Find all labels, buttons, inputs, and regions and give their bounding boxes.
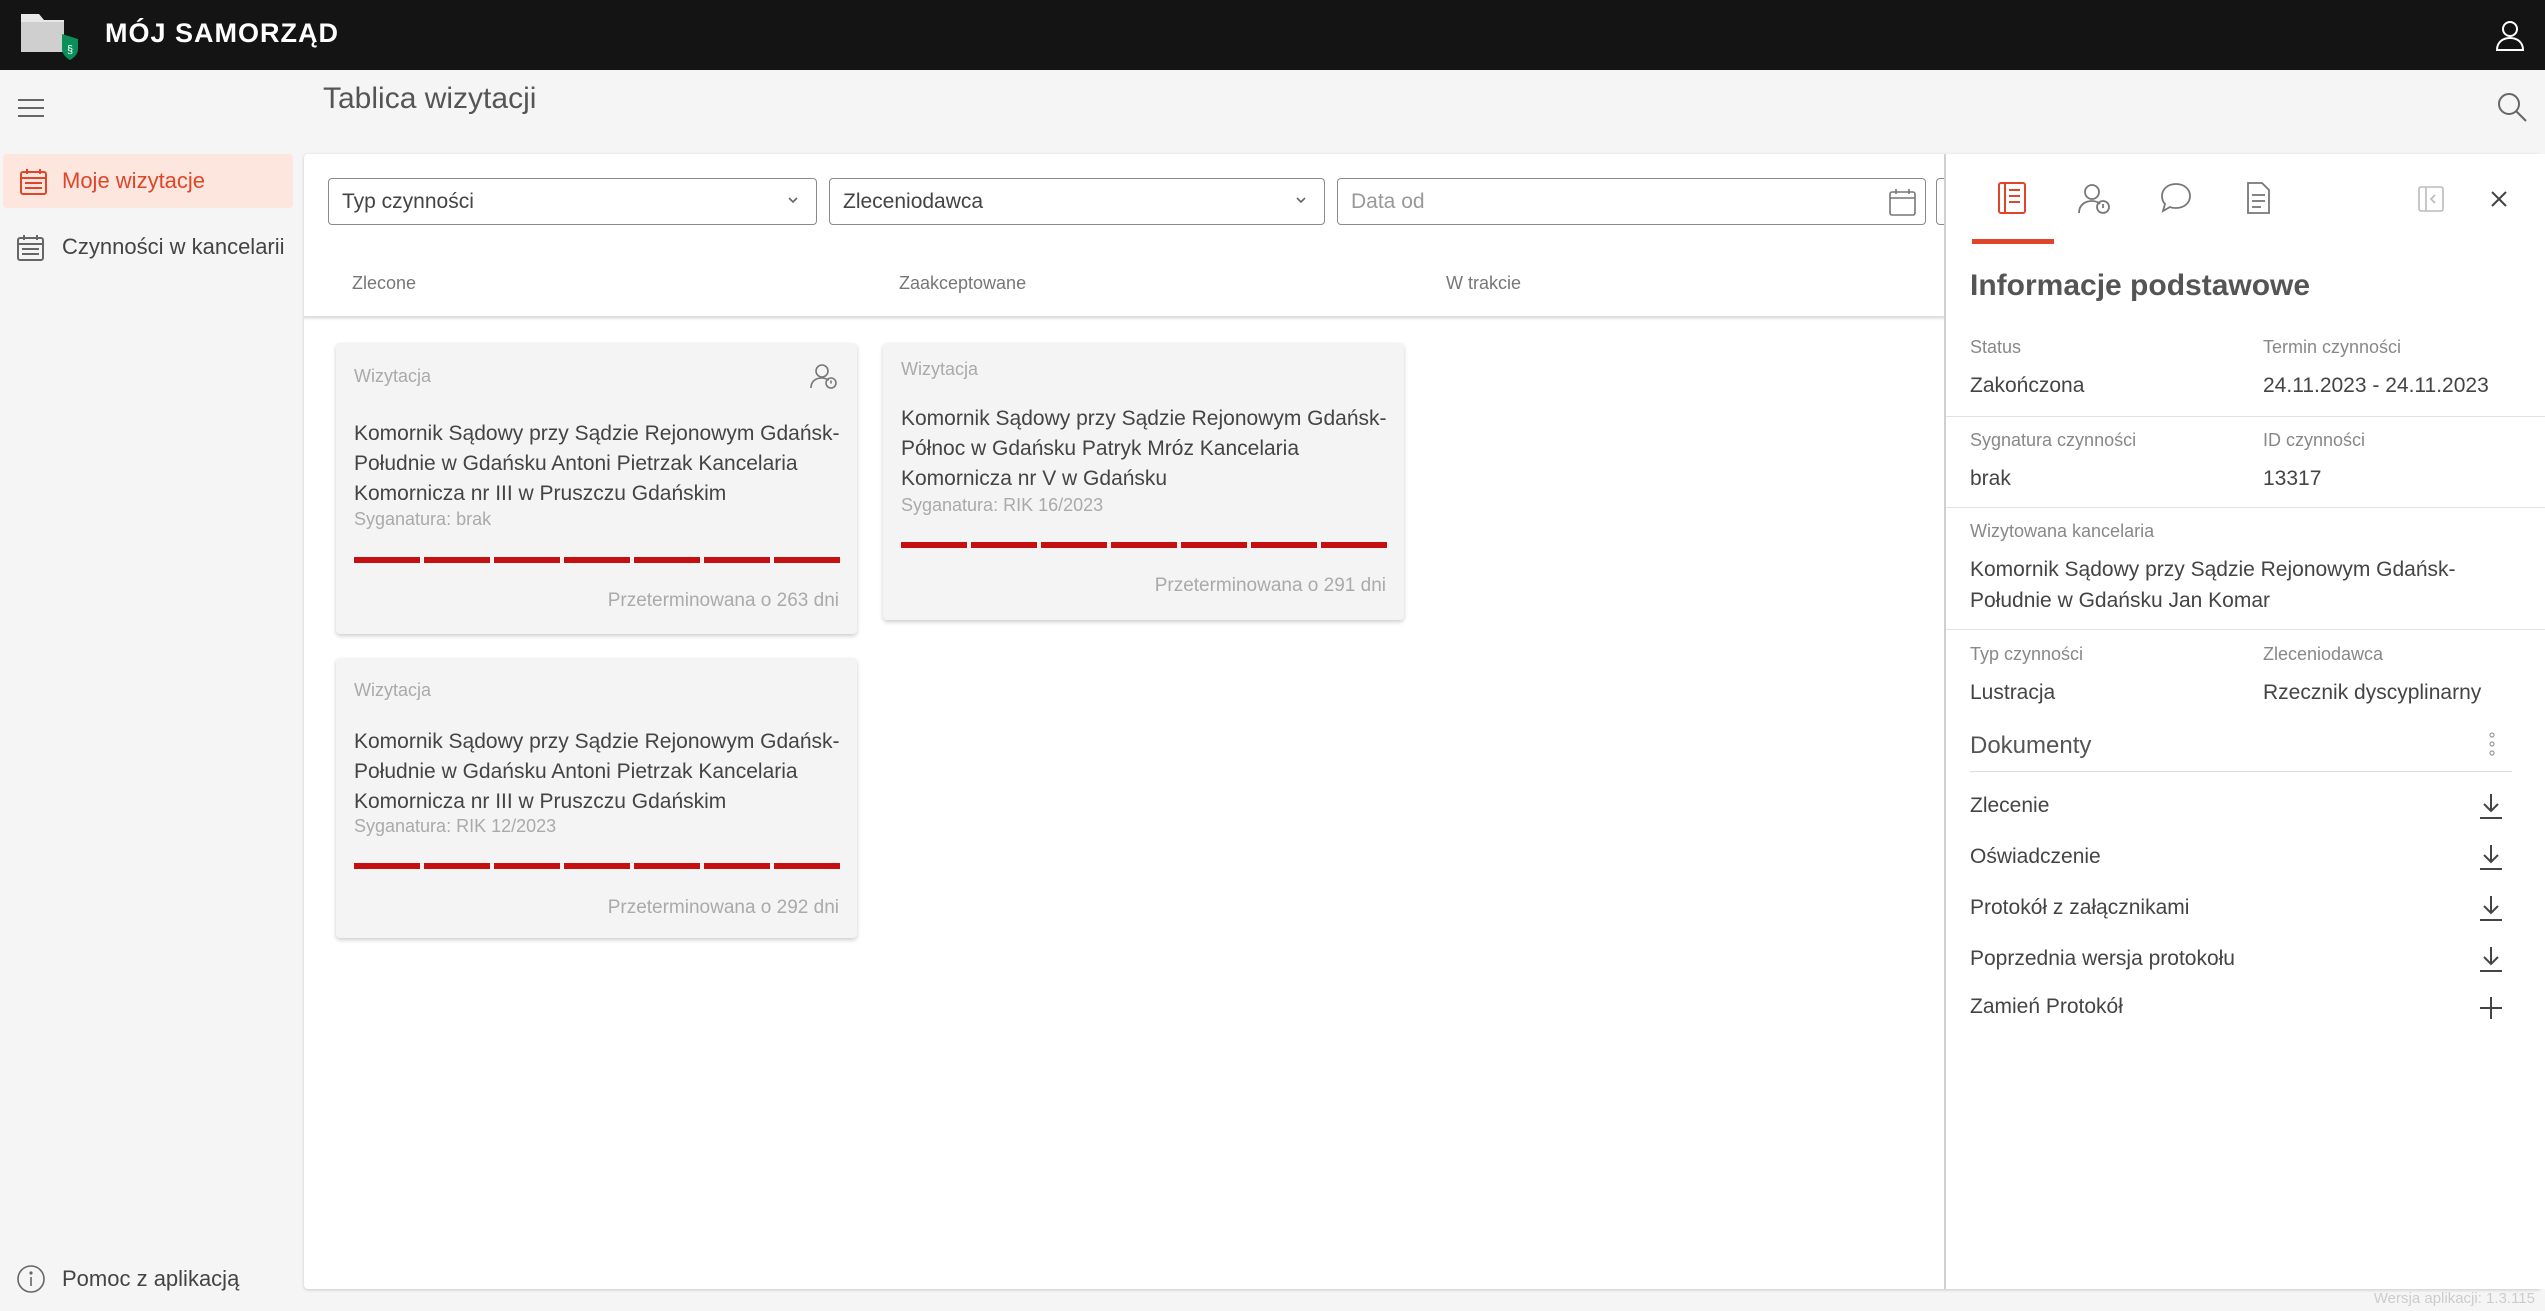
calendar-icon xyxy=(20,169,47,195)
date-from-input[interactable]: Data od xyxy=(1337,178,1926,225)
download-icon[interactable] xyxy=(2476,791,2506,821)
card-type: Wizytacja xyxy=(354,366,432,386)
office-label: Wizytowana kancelaria xyxy=(1970,521,2155,541)
type-value: Lustracja xyxy=(1970,681,2056,704)
help-label: Pomoc z aplikacją xyxy=(62,1266,240,1291)
column-header-w-trakcie: W trakcie xyxy=(1446,273,1522,293)
chevron-down-icon xyxy=(788,197,798,204)
card-title: Komornik Sądowy przy Sądzie Rejonowym Gd… xyxy=(354,730,840,813)
documents-heading: Dokumenty xyxy=(1970,732,2092,759)
term-label: Termin czynności xyxy=(2263,337,2402,357)
document-item-protokol[interactable]: Protokół z załącznikami xyxy=(1970,896,2189,920)
document-item-zlecenie[interactable]: Zlecenie xyxy=(1970,794,2049,818)
kebab-icon[interactable] xyxy=(2486,731,2498,757)
download-icon[interactable] xyxy=(2476,893,2506,923)
column-header-zaakceptowane: Zaakceptowane xyxy=(899,273,1027,293)
client-value: Zleceniodawca xyxy=(843,189,984,213)
progress-bar xyxy=(901,542,1387,548)
visitation-card[interactable]: Wizytacja Komornik Sądowy przy Sądzie Re… xyxy=(883,343,1404,620)
app-title: MÓJ SAMORZĄD xyxy=(105,18,339,48)
replace-protocol[interactable]: Zamień Protokół xyxy=(1970,995,2123,1019)
details-panel: Informacje podstawowe Status Zakończona … xyxy=(1944,154,2545,1289)
card-type: Wizytacja xyxy=(901,359,979,379)
card-signature: Syganatura: RIK 16/2023 xyxy=(901,495,1104,515)
card-signature: Syganatura: brak xyxy=(354,509,492,529)
sidebar-item-czynnosci-w-kancelarii[interactable]: Czynności w kancelarii xyxy=(0,220,293,274)
card-overdue: Przeterminowana o 263 dni xyxy=(607,590,839,611)
signature-label: Sygnatura czynności xyxy=(1970,430,2137,450)
card-overdue: Przeterminowana o 291 dni xyxy=(1154,575,1386,596)
progress-bar xyxy=(354,863,840,869)
divider xyxy=(1946,416,2545,417)
visitation-card[interactable]: Wizytacja Komornik Sądowy przy Sądzie Re… xyxy=(336,343,857,634)
top-bar: § MÓJ SAMORZĄD xyxy=(0,0,2545,70)
contact-icon[interactable] xyxy=(2076,180,2112,216)
svg-text:§: § xyxy=(67,44,73,56)
client-label: Zleceniodawca xyxy=(2263,644,2384,664)
divider xyxy=(1970,771,2512,772)
client-select[interactable]: Zleceniodawca xyxy=(829,178,1325,225)
client-value: Rzecznik dyscyplinarny xyxy=(2263,681,2482,704)
sidebar-item-moje-wizytacje[interactable]: Moje wizytacje xyxy=(3,154,293,208)
card-overdue: Przeterminowana o 292 dni xyxy=(607,897,839,918)
document-item-oswiadczenie[interactable]: Oświadczenie xyxy=(1970,845,2101,869)
app-version: Wersja aplikacji: 1.3.115 xyxy=(2373,1290,2535,1307)
card-title: Komornik Sądowy przy Sądzie Rejonowym Gd… xyxy=(354,422,840,505)
column-header-zlecone: Zlecone xyxy=(352,273,417,293)
id-label: ID czynności xyxy=(2263,430,2366,450)
term-value: 24.11.2023 - 24.11.2023 xyxy=(2263,374,2489,397)
details-icon[interactable] xyxy=(1994,180,2030,216)
divider xyxy=(1946,507,2545,508)
panel-heading: Informacje podstawowe xyxy=(1970,269,2311,302)
sidebar-item-label: Czynności w kancelarii xyxy=(62,234,285,259)
plus-icon[interactable] xyxy=(2476,993,2506,1023)
calendar-icon xyxy=(17,235,44,261)
activity-type-select[interactable]: Typ czynności xyxy=(328,178,817,225)
office-value: Komornik Sądowy przy Sądzie Rejonowym Gd… xyxy=(1970,558,2456,612)
info-icon xyxy=(17,1265,45,1293)
search-icon[interactable] xyxy=(2496,91,2528,123)
id-value: 13317 xyxy=(2263,467,2322,490)
activity-type-value: Typ czynności xyxy=(342,189,474,213)
page-title: Tablica wizytacji xyxy=(323,82,537,115)
user-icon[interactable] xyxy=(2493,18,2527,52)
column-divider xyxy=(304,316,1944,318)
document-item-poprzednia-wersja[interactable]: Poprzednia wersja protokołu xyxy=(1970,947,2235,971)
card-type: Wizytacja xyxy=(354,680,432,700)
chat-icon[interactable] xyxy=(2158,180,2194,216)
date-from-placeholder: Data od xyxy=(1351,189,1425,213)
sidebar-item-label: Moje wizytacje xyxy=(62,168,206,193)
menu-icon[interactable] xyxy=(16,96,46,120)
calendar-icon[interactable] xyxy=(1888,188,1917,217)
download-icon[interactable] xyxy=(2476,944,2506,974)
signature-value: brak xyxy=(1970,467,2011,490)
progress-bar xyxy=(354,557,840,563)
collapse-icon[interactable] xyxy=(2416,184,2446,214)
close-icon[interactable] xyxy=(2484,184,2514,214)
card-signature: Syganatura: RIK 12/2023 xyxy=(354,816,557,836)
contact-icon[interactable] xyxy=(809,361,839,391)
status-value: Zakończona xyxy=(1970,374,2085,397)
download-icon[interactable] xyxy=(2476,842,2506,872)
logo-icon: § xyxy=(21,14,78,60)
chevron-down-icon xyxy=(1296,197,1306,204)
card-title: Komornik Sądowy przy Sądzie Rejonowym Gd… xyxy=(901,407,1387,490)
divider xyxy=(1946,629,2545,630)
active-tab-indicator xyxy=(1972,239,2054,244)
visitation-card[interactable]: Wizytacja Komornik Sądowy przy Sądzie Re… xyxy=(336,658,857,938)
document-icon[interactable] xyxy=(2240,180,2276,216)
type-label: Typ czynności xyxy=(1970,644,2084,664)
status-label: Status xyxy=(1970,337,2022,357)
help-link[interactable]: Pomoc z aplikacją xyxy=(0,1258,290,1300)
